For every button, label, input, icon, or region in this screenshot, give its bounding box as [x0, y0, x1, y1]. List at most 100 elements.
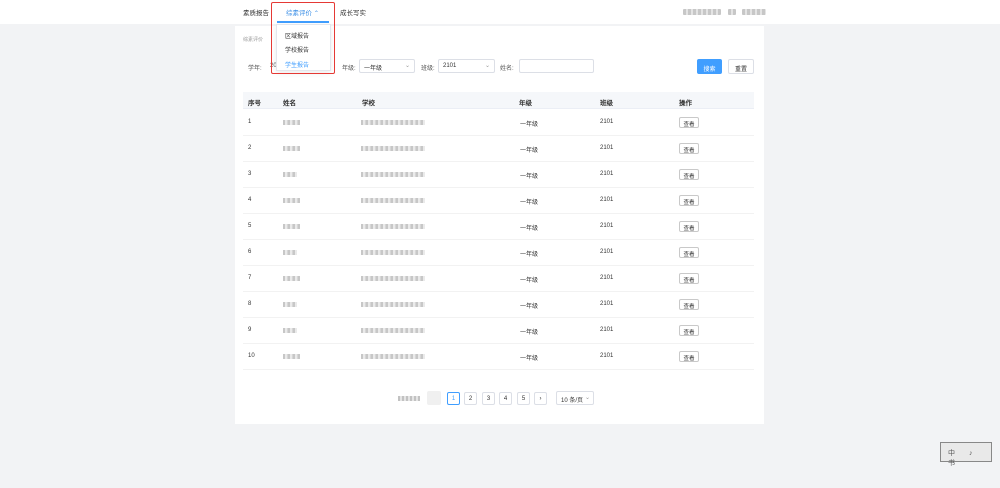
row-index: 6: [248, 249, 252, 255]
view-button[interactable]: 查看: [679, 117, 699, 128]
school-name-blurred: [361, 354, 425, 359]
column-header-action: 操作: [679, 100, 692, 107]
pagination-total-blurred: [398, 396, 420, 401]
table-header: 序号 姓名 学校 年级 班级 操作: [243, 92, 754, 109]
view-button[interactable]: 查看: [679, 247, 699, 258]
breadcrumb: 综素评价: [243, 37, 264, 43]
student-name-blurred: [283, 146, 300, 151]
row-index: 2: [248, 145, 252, 151]
row-index: 10: [248, 353, 255, 359]
school-name-blurred: [361, 120, 425, 125]
view-button[interactable]: 查看: [679, 169, 699, 180]
student-name-blurred: [283, 328, 297, 333]
name-input[interactable]: [519, 59, 594, 73]
school-name-blurred: [361, 146, 425, 151]
school-name-blurred: [361, 198, 425, 203]
view-button[interactable]: 查看: [679, 351, 699, 362]
school-name-blurred: [361, 172, 425, 177]
table-row: 6 一年级 2101 查看: [243, 240, 754, 266]
view-button[interactable]: 查看: [679, 143, 699, 154]
nav-item-growth-record[interactable]: 成长写实: [340, 7, 366, 17]
row-grade: 一年级: [520, 278, 539, 284]
table-row: 2 一年级 2101 查看: [243, 136, 754, 162]
name-label: 姓名:: [500, 66, 514, 72]
row-index: 8: [248, 301, 252, 307]
year-label: 学年:: [248, 66, 262, 72]
corner-stamp-logo: 中 ♪ 书: [940, 442, 992, 467]
pagination-page-4[interactable]: 4: [499, 392, 512, 405]
view-button[interactable]: 查看: [679, 299, 699, 310]
reset-button[interactable]: 重置: [728, 59, 754, 74]
row-grade: 一年级: [520, 304, 539, 310]
chevron-down-icon: ⌄: [404, 63, 410, 69]
top-nav-bar: 素质报告 综素评价 ⌃ 成长写实: [0, 0, 1000, 24]
row-grade: 一年级: [520, 200, 539, 206]
student-name-blurred: [283, 302, 297, 307]
user-name-blurred: [683, 9, 721, 15]
column-header-name: 姓名: [283, 100, 296, 107]
row-class: 2101: [600, 171, 614, 177]
row-index: 1: [248, 119, 252, 125]
pagination-next-button[interactable]: ›: [534, 392, 547, 405]
pagination-page-2[interactable]: 2: [464, 392, 477, 405]
table-row: 5 一年级 2101 查看: [243, 214, 754, 240]
row-index: 3: [248, 171, 252, 177]
page-size-select[interactable]: 10 条/页 ⌄: [556, 391, 594, 405]
nav-item-quality-report[interactable]: 素质报告: [243, 7, 269, 17]
row-grade: 一年级: [520, 148, 539, 154]
row-grade: 一年级: [520, 226, 539, 232]
chevron-down-icon: ⌄: [484, 63, 490, 69]
class-select[interactable]: 2101 ⌄: [438, 59, 495, 73]
grade-select-value: 一年级: [364, 66, 383, 72]
table-row: 1 一年级 2101 查看: [243, 110, 754, 136]
student-name-blurred: [283, 198, 300, 203]
table-row: 3 一年级 2101 查看: [243, 162, 754, 188]
table-row: 8 一年级 2101 查看: [243, 292, 754, 318]
student-name-blurred: [283, 172, 297, 177]
student-name-blurred: [283, 224, 300, 229]
student-name-blurred: [283, 120, 300, 125]
column-header-class: 班级: [600, 100, 613, 107]
pagination-prev-button[interactable]: [427, 391, 441, 405]
row-index: 7: [248, 275, 252, 281]
view-button[interactable]: 查看: [679, 325, 699, 336]
dropdown-item-region-report[interactable]: 区域报告: [285, 31, 309, 40]
row-class: 2101: [600, 301, 614, 307]
school-name-blurred: [361, 302, 425, 307]
school-name-blurred: [361, 224, 425, 229]
nav-item-label: 综素评价: [286, 10, 312, 17]
active-tab-underline: [277, 21, 329, 23]
row-index: 9: [248, 327, 252, 333]
table-row: 9 一年级 2101 查看: [243, 318, 754, 344]
dropdown-item-school-report[interactable]: 学校报告: [285, 45, 309, 54]
table-row: 7 一年级 2101 查看: [243, 266, 754, 292]
class-select-value: 2101: [443, 63, 457, 69]
row-class: 2101: [600, 145, 614, 151]
view-button[interactable]: 查看: [679, 221, 699, 232]
dropdown-item-student-report[interactable]: 学生报告: [285, 60, 309, 69]
row-class: 2101: [600, 275, 614, 281]
student-name-blurred: [283, 354, 300, 359]
row-grade: 一年级: [520, 174, 539, 180]
row-class: 2101: [600, 327, 614, 333]
pagination-page-1[interactable]: 1: [447, 392, 460, 405]
page-size-value: 10 条/页: [561, 398, 584, 404]
view-button[interactable]: 查看: [679, 195, 699, 206]
table-row: 4 一年级 2101 查看: [243, 188, 754, 214]
row-class: 2101: [600, 223, 614, 229]
pagination-page-5[interactable]: 5: [517, 392, 530, 405]
school-name-blurred: [361, 250, 425, 255]
user-icon-blurred[interactable]: [728, 9, 736, 15]
table-row: 10 一年级 2101 查看: [243, 344, 754, 370]
grade-select[interactable]: 一年级 ⌄: [359, 59, 415, 73]
search-button[interactable]: 搜索: [697, 59, 722, 74]
student-name-blurred: [283, 276, 300, 281]
chevron-up-icon: ⌃: [313, 11, 319, 17]
logout-blurred[interactable]: [742, 9, 766, 15]
nav-item-comprehensive-evaluation[interactable]: 综素评价 ⌃: [286, 7, 319, 17]
pagination-page-3[interactable]: 3: [482, 392, 495, 405]
column-header-grade: 年级: [519, 100, 532, 107]
column-header-school: 学校: [362, 100, 375, 107]
school-name-blurred: [361, 276, 425, 281]
view-button[interactable]: 查看: [679, 273, 699, 284]
